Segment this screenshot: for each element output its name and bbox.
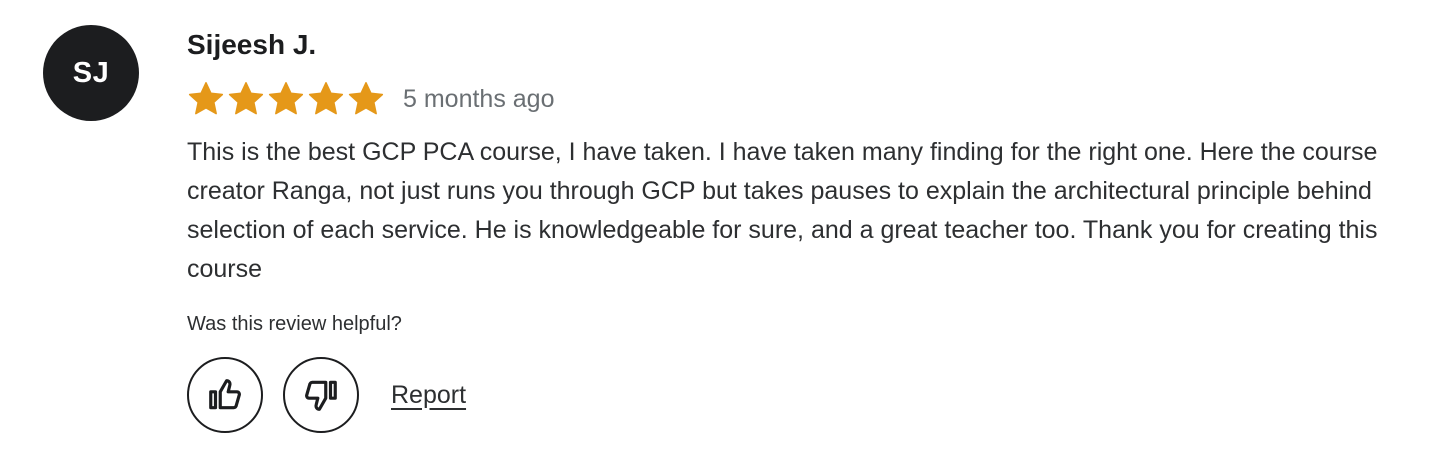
star-icon [268, 82, 304, 115]
avatar: SJ [43, 25, 139, 121]
star-icon [228, 82, 264, 115]
thumbs-down-button[interactable] [283, 357, 359, 433]
star-icon [308, 82, 344, 115]
report-link[interactable]: Report [391, 381, 466, 410]
review-card: SJ Sijeesh J. 5 months ago This is the b… [0, 0, 1449, 454]
star-icon [348, 82, 384, 115]
review-actions: Report [187, 357, 1427, 433]
reviewer-name: Sijeesh J. [187, 29, 317, 60]
thumbs-up-icon [209, 379, 241, 410]
rating-row: 5 months ago [187, 79, 1427, 119]
review-content: Sijeesh J. 5 months ago This is the best… [187, 26, 1427, 433]
thumbs-down-icon [305, 380, 337, 411]
star-rating [187, 80, 385, 118]
avatar-initials: SJ [72, 56, 110, 89]
thumbs-up-button[interactable] [187, 357, 263, 433]
review-text: This is the best GCP PCA course, I have … [187, 138, 1378, 283]
helpful-question: Was this review helpful? [187, 313, 402, 335]
review-time: 5 months ago [403, 85, 555, 113]
star-icon [188, 82, 224, 115]
